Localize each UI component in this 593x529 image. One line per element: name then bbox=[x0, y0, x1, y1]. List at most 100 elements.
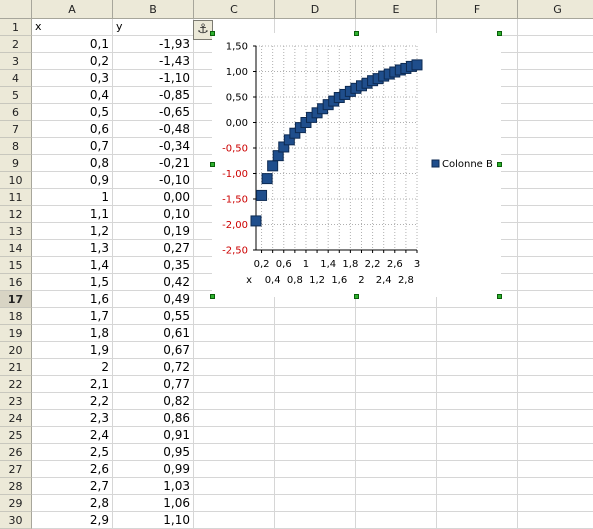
row-header[interactable]: 19 bbox=[0, 325, 32, 342]
cell-e28[interactable] bbox=[356, 478, 437, 495]
cell-e25[interactable] bbox=[356, 427, 437, 444]
row-header[interactable]: 13 bbox=[0, 223, 32, 240]
cell-f21[interactable] bbox=[437, 359, 518, 376]
cell-g27[interactable] bbox=[518, 461, 593, 478]
cell-g8[interactable] bbox=[518, 138, 593, 155]
row-header[interactable]: 29 bbox=[0, 495, 32, 512]
row-header[interactable]: 16 bbox=[0, 274, 32, 291]
cell-g3[interactable] bbox=[518, 53, 593, 70]
row-header[interactable]: 11 bbox=[0, 189, 32, 206]
cell-g1[interactable] bbox=[518, 19, 593, 36]
cell-c27[interactable] bbox=[194, 461, 275, 478]
cell-f24[interactable] bbox=[437, 410, 518, 427]
cell-a13[interactable]: 1,2 bbox=[32, 223, 113, 240]
row-header[interactable]: 20 bbox=[0, 342, 32, 359]
row-header[interactable]: 4 bbox=[0, 70, 32, 87]
row-header[interactable]: 18 bbox=[0, 308, 32, 325]
cell-g11[interactable] bbox=[518, 189, 593, 206]
cell-f29[interactable] bbox=[437, 495, 518, 512]
row-header[interactable]: 10 bbox=[0, 172, 32, 189]
resize-handle[interactable] bbox=[210, 31, 215, 36]
cell-e18[interactable] bbox=[356, 308, 437, 325]
cell-a1[interactable]: x bbox=[32, 19, 113, 36]
row-header[interactable]: 26 bbox=[0, 444, 32, 461]
cell-e22[interactable] bbox=[356, 376, 437, 393]
cell-d28[interactable] bbox=[275, 478, 356, 495]
cell-g6[interactable] bbox=[518, 104, 593, 121]
cell-c19[interactable] bbox=[194, 325, 275, 342]
cell-b28[interactable]: 1,03 bbox=[113, 478, 194, 495]
cell-a8[interactable]: 0,7 bbox=[32, 138, 113, 155]
cell-c22[interactable] bbox=[194, 376, 275, 393]
column-header-b[interactable]: B bbox=[113, 0, 194, 19]
cell-d25[interactable] bbox=[275, 427, 356, 444]
cell-a9[interactable]: 0,8 bbox=[32, 155, 113, 172]
cell-c21[interactable] bbox=[194, 359, 275, 376]
cell-d19[interactable] bbox=[275, 325, 356, 342]
row-header[interactable]: 1 bbox=[0, 19, 32, 36]
column-header-c[interactable]: C bbox=[194, 0, 275, 19]
cell-b10[interactable]: -0,10 bbox=[113, 172, 194, 189]
cell-g13[interactable] bbox=[518, 223, 593, 240]
row-header[interactable]: 27 bbox=[0, 461, 32, 478]
cell-b29[interactable]: 1,06 bbox=[113, 495, 194, 512]
cell-a15[interactable]: 1,4 bbox=[32, 257, 113, 274]
cell-a20[interactable]: 1,9 bbox=[32, 342, 113, 359]
cell-d23[interactable] bbox=[275, 393, 356, 410]
cell-b22[interactable]: 0,77 bbox=[113, 376, 194, 393]
cell-e21[interactable] bbox=[356, 359, 437, 376]
column-header-d[interactable]: D bbox=[275, 0, 356, 19]
cell-c23[interactable] bbox=[194, 393, 275, 410]
cell-f19[interactable] bbox=[437, 325, 518, 342]
cell-a25[interactable]: 2,4 bbox=[32, 427, 113, 444]
cell-d30[interactable] bbox=[275, 512, 356, 529]
resize-handle[interactable] bbox=[354, 31, 359, 36]
cell-c20[interactable] bbox=[194, 342, 275, 359]
cell-a27[interactable]: 2,6 bbox=[32, 461, 113, 478]
cell-b7[interactable]: -0,48 bbox=[113, 121, 194, 138]
cell-e23[interactable] bbox=[356, 393, 437, 410]
cell-b13[interactable]: 0,19 bbox=[113, 223, 194, 240]
cell-f20[interactable] bbox=[437, 342, 518, 359]
row-header[interactable]: 9 bbox=[0, 155, 32, 172]
cell-b18[interactable]: 0,55 bbox=[113, 308, 194, 325]
cell-b3[interactable]: -1,43 bbox=[113, 53, 194, 70]
row-header[interactable]: 14 bbox=[0, 240, 32, 257]
cell-g21[interactable] bbox=[518, 359, 593, 376]
cell-a26[interactable]: 2,5 bbox=[32, 444, 113, 461]
cell-g9[interactable] bbox=[518, 155, 593, 172]
cell-b9[interactable]: -0,21 bbox=[113, 155, 194, 172]
cell-b15[interactable]: 0,35 bbox=[113, 257, 194, 274]
resize-handle[interactable] bbox=[497, 162, 502, 167]
cell-a3[interactable]: 0,2 bbox=[32, 53, 113, 70]
cell-e20[interactable] bbox=[356, 342, 437, 359]
cell-e24[interactable] bbox=[356, 410, 437, 427]
cell-g19[interactable] bbox=[518, 325, 593, 342]
chart-object[interactable]: 1,50 1,00 0,50 0,00 -0,50 -1,00 -1,50 -2,00 -2,5… bbox=[212, 33, 501, 297]
column-header-e[interactable]: E bbox=[356, 0, 437, 19]
cell-b27[interactable]: 0,99 bbox=[113, 461, 194, 478]
row-header[interactable]: 2 bbox=[0, 36, 32, 53]
cell-g30[interactable] bbox=[518, 512, 593, 529]
cell-a30[interactable]: 2,9 bbox=[32, 512, 113, 529]
cell-b21[interactable]: 0,72 bbox=[113, 359, 194, 376]
cell-g18[interactable] bbox=[518, 308, 593, 325]
cell-e26[interactable] bbox=[356, 444, 437, 461]
cell-a16[interactable]: 1,5 bbox=[32, 274, 113, 291]
cell-d26[interactable] bbox=[275, 444, 356, 461]
select-all-corner[interactable] bbox=[0, 0, 32, 19]
cell-b1[interactable]: y bbox=[113, 19, 194, 36]
cell-f22[interactable] bbox=[437, 376, 518, 393]
cell-a11[interactable]: 1 bbox=[32, 189, 113, 206]
cell-a10[interactable]: 0,9 bbox=[32, 172, 113, 189]
cell-g5[interactable] bbox=[518, 87, 593, 104]
cell-g28[interactable] bbox=[518, 478, 593, 495]
row-header[interactable]: 22 bbox=[0, 376, 32, 393]
row-header[interactable]: 6 bbox=[0, 104, 32, 121]
cell-a21[interactable]: 2 bbox=[32, 359, 113, 376]
cell-a2[interactable]: 0,1 bbox=[32, 36, 113, 53]
resize-handle[interactable] bbox=[210, 162, 215, 167]
cell-d29[interactable] bbox=[275, 495, 356, 512]
cell-g26[interactable] bbox=[518, 444, 593, 461]
cell-b5[interactable]: -0,85 bbox=[113, 87, 194, 104]
